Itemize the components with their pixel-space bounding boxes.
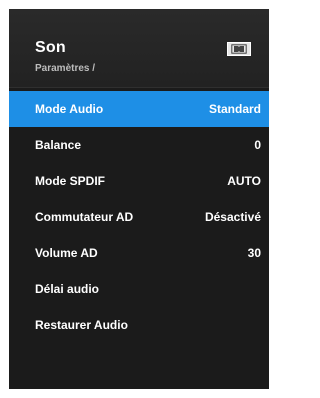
menu-item-label: Mode Audio [35,102,104,116]
menu-item-value: Standard [208,102,261,116]
menu-item-delai-audio[interactable]: Délai audio [9,271,269,307]
menu-item-label: Volume AD [35,246,98,260]
menu-item-volume-ad[interactable]: Volume AD 30 [9,235,269,271]
menu-item-mode-audio[interactable]: Mode Audio Standard [9,91,269,127]
menu-item-label: Mode SPDIF [35,174,106,188]
menu-item-restaurer-audio[interactable]: Restaurer Audio [9,307,269,343]
menu-item-value: 0 [254,138,261,152]
menu-item-mode-spdif[interactable]: Mode SPDIF AUTO [9,163,269,199]
menu-item-label: Balance [35,138,82,152]
menu-item-value: Désactivé [204,210,261,224]
dolby-icon [227,42,251,56]
audio-settings-menu: Mode Audio Standard Balance 0 Mode SPDIF… [9,91,269,343]
breadcrumb: Paramètres / [35,63,96,74]
menu-item-commutateur-ad[interactable]: Commutateur AD Désactivé [9,199,269,235]
menu-item-value: 30 [247,246,261,260]
menu-item-label: Délai audio [35,282,100,296]
menu-item-value: AUTO [227,174,261,188]
page-title: Son [35,39,66,56]
menu-item-label: Commutateur AD [35,210,134,224]
menu-item-label: Restaurer Audio [35,318,128,332]
menu-item-balance[interactable]: Balance 0 [9,127,269,163]
panel-header: Son Paramètres / [9,9,269,88]
sound-settings-panel: Son Paramètres / Mode Audio Standard Bal… [9,9,269,389]
